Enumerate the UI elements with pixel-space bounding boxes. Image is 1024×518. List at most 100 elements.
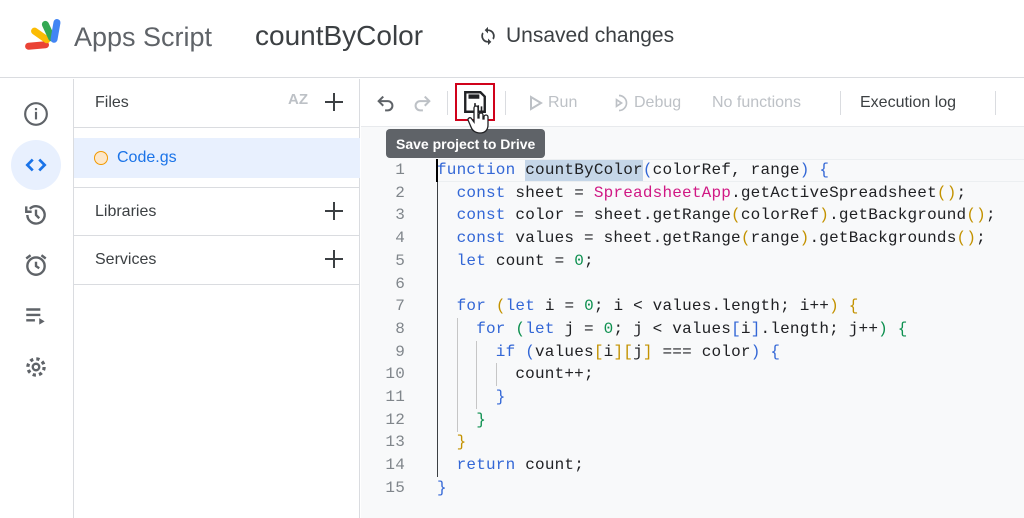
hand-cursor-icon <box>467 105 489 134</box>
rail-triggers[interactable] <box>11 240 61 290</box>
indent-guide <box>476 340 496 364</box>
add-service-icon[interactable] <box>322 247 346 271</box>
code-token: ( <box>740 229 751 248</box>
services-title: Services <box>95 251 157 268</box>
code-token: values <box>535 342 594 361</box>
sync-icon <box>481 26 495 46</box>
indent-guide <box>456 363 477 387</box>
indent-guide <box>437 431 457 455</box>
status-text: Unsaved changes <box>506 24 675 47</box>
text-cursor <box>436 159 438 182</box>
rail-history[interactable] <box>11 190 61 240</box>
indent-guide <box>456 317 477 341</box>
code-token: { <box>770 342 781 361</box>
code-token: ] <box>613 342 624 361</box>
code-token: ( <box>731 206 741 225</box>
code-line[interactable]: 9 if (values[i][j] === color) { <box>361 340 781 364</box>
code-token: ; <box>985 206 996 225</box>
indent-guide <box>437 227 457 251</box>
code-token: i <box>603 342 614 361</box>
libraries-title: Libraries <box>95 202 157 220</box>
code-line[interactable]: 4 const values = sheet.getRange(range) .ge… <box>361 227 986 251</box>
code-token: ) <box>829 297 839 316</box>
code-line[interactable]: 1 function countByColor(colorRef, range) … <box>361 159 1024 182</box>
execution-log-button[interactable]: Execution log <box>860 79 956 127</box>
code-token: .getActiveSpreadsheet <box>731 183 937 202</box>
editor-toolbar: Run Debug No functions Execution log <box>361 79 1024 127</box>
code-token: } <box>437 478 447 497</box>
file-item-code-gs[interactable]: Code.gs <box>74 138 360 178</box>
code-token: 0 <box>584 297 594 316</box>
sort-az-button[interactable]: AZ <box>288 91 308 108</box>
gear-icon <box>26 357 46 377</box>
function-select[interactable]: No functions <box>712 79 801 127</box>
side-rail <box>0 79 74 518</box>
code-token: count = <box>495 251 575 270</box>
indent-guide <box>437 340 457 364</box>
debug-button[interactable]: Debug <box>609 79 681 127</box>
code-token: ; <box>584 251 594 270</box>
code-token: .length; j++ <box>760 319 879 338</box>
line-number: 9 <box>395 342 405 361</box>
code-token: range <box>750 229 800 248</box>
project-title[interactable]: countByColor <box>255 20 423 52</box>
code-line[interactable]: 12} <box>361 408 486 432</box>
indent-guide <box>437 204 457 228</box>
code-line[interactable]: 5 let count = 0; <box>361 249 594 273</box>
indent-guide <box>456 386 477 409</box>
code-token: ] <box>750 319 761 338</box>
rail-executions[interactable] <box>11 291 61 341</box>
code-line[interactable]: 13} <box>361 431 466 455</box>
code-token: i = <box>544 297 585 316</box>
code-token: for <box>456 297 496 316</box>
redo-icon[interactable] <box>411 92 433 114</box>
rail-settings[interactable] <box>11 342 61 392</box>
info-icon <box>24 102 48 126</box>
code-token: ( <box>515 319 526 338</box>
services-section: Services <box>74 236 360 285</box>
code-token: ; j < values <box>613 319 732 338</box>
files-header: Files AZ <box>74 79 360 128</box>
code-token: return <box>456 456 526 475</box>
code-token: [ <box>623 342 634 361</box>
list-play-icon <box>26 308 45 325</box>
code-line[interactable]: 3 const color = sheet.getRange(colorRef).… <box>361 204 996 228</box>
code-token: ) <box>878 319 888 338</box>
indent-guide <box>437 363 457 387</box>
code-token: === color <box>652 342 751 361</box>
code-line[interactable]: 10 count++; <box>361 363 594 387</box>
code-token: [ <box>593 342 604 361</box>
code-token: for <box>476 319 516 338</box>
code-token: const <box>456 206 516 225</box>
code-token: ) <box>799 229 810 248</box>
line-number: 14 <box>385 456 405 475</box>
code-token: sheet = <box>515 183 594 202</box>
debug-icon <box>615 94 628 112</box>
code-line[interactable]: 11} <box>361 386 506 409</box>
code-line[interactable]: 8 for (let j = 0; j < values[i] .length; j… <box>361 317 908 341</box>
line-number: 8 <box>395 319 405 338</box>
run-button[interactable]: Run <box>529 79 577 127</box>
undo-icon[interactable] <box>375 92 397 114</box>
indent-guide <box>437 454 457 478</box>
rail-editor[interactable] <box>11 140 61 190</box>
execution-log-label: Execution log <box>860 94 957 111</box>
line-number: 13 <box>385 433 405 452</box>
code-line[interactable]: 14 return count; <box>361 454 584 478</box>
rail-overview[interactable] <box>11 89 61 139</box>
code-line[interactable]: 7 for (let i = 0; i < values.length; i++)… <box>361 295 859 319</box>
line-number: 10 <box>385 365 405 384</box>
indent-guide <box>437 295 457 319</box>
line-number: 3 <box>395 206 405 225</box>
indent-guide <box>456 340 477 364</box>
add-library-icon[interactable] <box>322 199 346 223</box>
line-number: 4 <box>395 229 405 248</box>
code-line[interactable]: 2 const sheet = SpreadsheetApp .getActiveS… <box>361 181 966 205</box>
line-number: 15 <box>385 478 405 497</box>
code-line[interactable]: 15} <box>361 477 447 500</box>
add-file-icon[interactable] <box>322 90 346 114</box>
code-line[interactable]: 6 <box>361 272 457 296</box>
code-token: } <box>495 388 506 406</box>
file-name: Code.gs <box>117 149 177 166</box>
